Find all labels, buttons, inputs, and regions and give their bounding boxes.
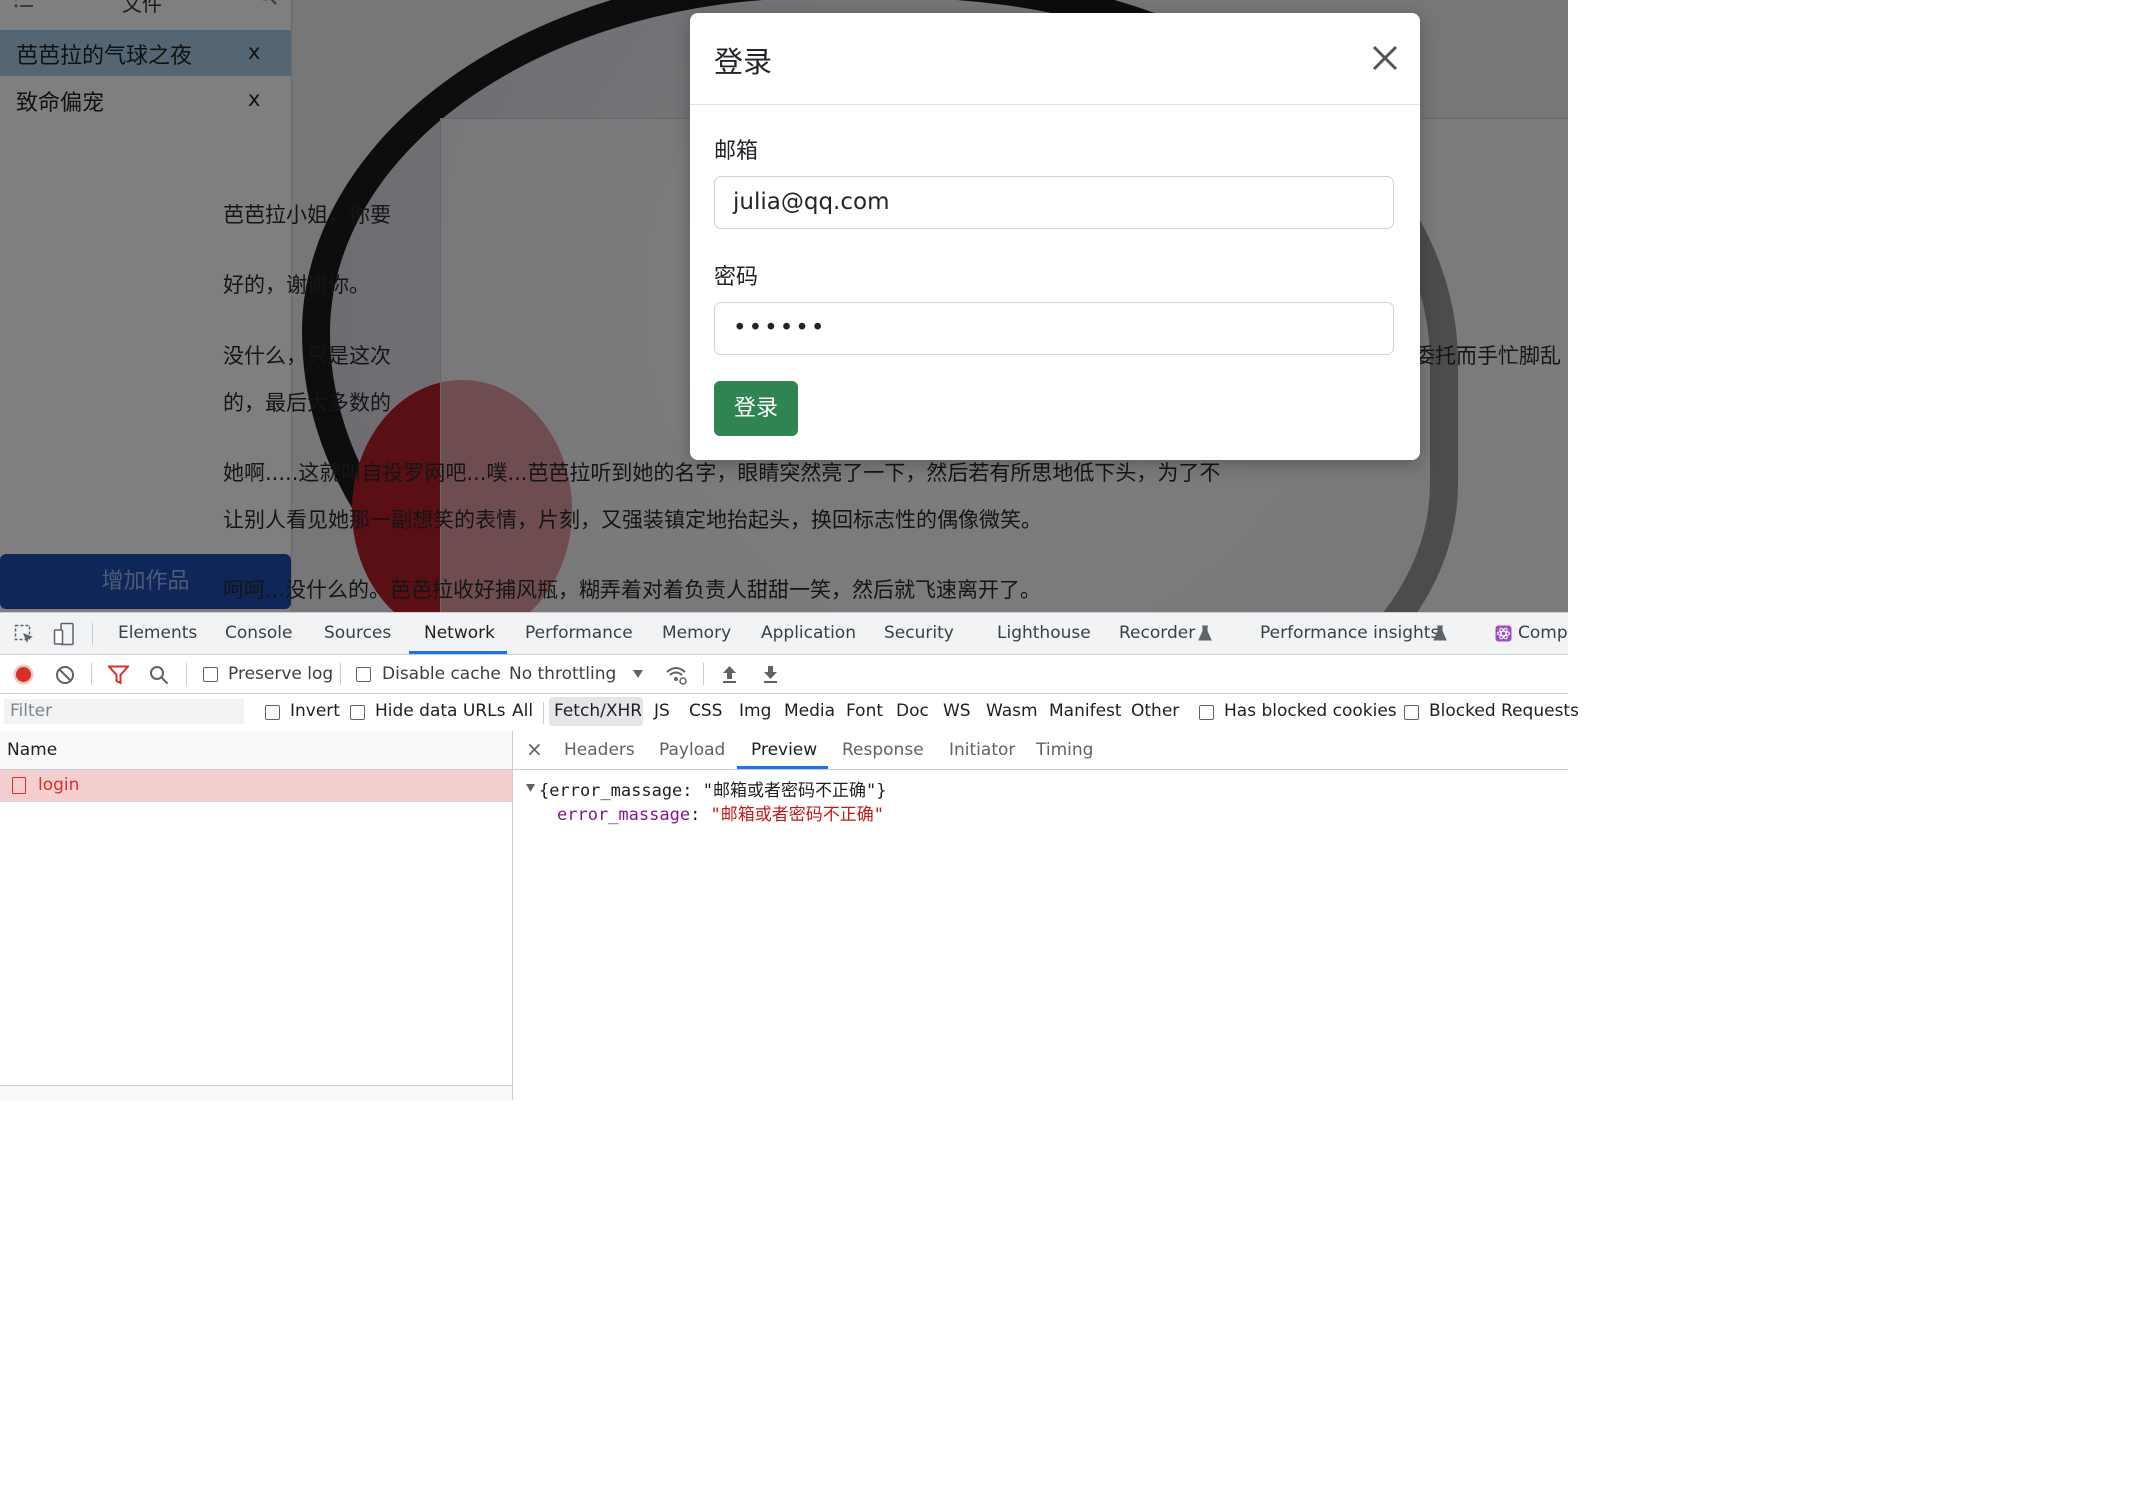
login-submit-button[interactable]: 登录 [714,381,798,436]
tab-components[interactable]: Comp [1518,623,1568,643]
hide-data-urls-label: Hide data URLs [375,701,506,721]
filter-type-manifest[interactable]: Manifest [1049,701,1122,721]
close-detail-button[interactable]: × [526,737,543,761]
divider [186,663,187,685]
tab-performance[interactable]: Performance [525,623,633,643]
tab-headers[interactable]: Headers [564,740,635,760]
request-name: login [38,775,80,795]
divider [91,663,92,685]
filter-type-wasm[interactable]: Wasm [986,701,1038,721]
invert-label: Invert [290,701,340,721]
request-list: Name login [0,731,513,1101]
app-area: 文件 芭芭拉的气球之夜 x 致命偏宠 x 增加作品 芭芭拉小姐，你要 好的，谢谢… [0,0,1568,612]
tab-network[interactable]: Network [424,623,495,643]
tab-elements[interactable]: Elements [118,623,197,643]
devtools-panel: Elements Console Sources Network Perform… [0,612,1579,1101]
invert-checkbox[interactable] [265,705,280,720]
divider [340,663,341,685]
divider [92,623,93,645]
divider [703,663,704,685]
network-conditions-icon[interactable] [665,664,689,686]
clear-icon[interactable] [55,665,75,685]
tab-console[interactable]: Console [225,623,293,643]
export-har-icon[interactable] [762,664,779,684]
experiment-flask-icon [1198,625,1212,641]
devtools-tab-bar: Elements Console Sources Network Perform… [0,613,1568,655]
document-icon [12,777,26,794]
detail-tab-bar: × Headers Payload Preview Response Initi… [513,731,1568,770]
filter-type-fetch-xhr[interactable]: Fetch/XHR [554,701,642,721]
filter-type-all[interactable]: All [512,701,533,721]
name-column-header[interactable]: Name [7,740,57,760]
tab-initiator[interactable]: Initiator [949,740,1015,760]
tab-performance-insights[interactable]: Performance insights [1260,623,1439,643]
disable-cache-checkbox[interactable] [356,667,371,682]
json-property: error_massage: "邮箱或者密码不正确" [557,805,885,825]
experiment-flask-icon [1433,625,1447,641]
filter-type-font[interactable]: Font [846,701,883,721]
preserve-log-label: Preserve log [228,664,334,684]
filter-type-ws[interactable]: WS [943,701,971,721]
network-toolbar: Preserve log Disable cache No throttling [0,655,1568,694]
filter-input[interactable]: Filter [4,699,244,724]
request-list-footer [0,1085,512,1101]
search-icon[interactable] [149,665,169,685]
filter-type-media[interactable]: Media [784,701,835,721]
email-label: 邮箱 [714,139,759,164]
table-row[interactable]: login [0,770,512,802]
filter-type-other[interactable]: Other [1131,701,1179,721]
hide-data-urls-checkbox[interactable] [350,705,365,720]
tab-lighthouse[interactable]: Lighthouse [997,623,1091,643]
chevron-down-icon[interactable] [632,669,644,679]
request-detail-pane: × Headers Payload Preview Response Initi… [513,731,1568,1100]
tab-application[interactable]: Application [761,623,856,643]
filter-type-doc[interactable]: Doc [896,701,929,721]
login-modal: 登录 邮箱 julia@qq.com 密码 •••••• 登录 [690,13,1420,460]
divider [543,702,544,724]
filter-type-css[interactable]: CSS [689,701,722,721]
json-object-summary[interactable]: {error_massage: "邮箱或者密码不正确"} [539,776,886,801]
tab-memory[interactable]: Memory [662,623,731,643]
filter-type-js[interactable]: JS [654,701,670,721]
device-toolbar-icon[interactable] [53,622,75,646]
import-har-icon[interactable] [721,664,738,684]
throttling-select[interactable]: No throttling [509,664,616,684]
active-tab-indicator [737,766,828,769]
has-blocked-cookies-label: Has blocked cookies [1224,701,1397,721]
react-components-icon [1495,625,1512,642]
inspect-element-icon[interactable] [14,624,35,645]
tab-preview[interactable]: Preview [751,740,817,760]
tab-response[interactable]: Response [842,740,924,760]
tab-sources[interactable]: Sources [324,623,391,643]
blocked-requests-label: Blocked Requests [1429,701,1579,721]
modal-header: 登录 [690,13,1420,105]
json-string-value: "邮箱或者密码不正确" [710,805,885,825]
tab-payload[interactable]: Payload [659,740,725,760]
request-list-header: Name [0,731,512,770]
modal-title: 登录 [714,45,773,79]
expand-triangle-icon[interactable] [525,783,536,793]
has-blocked-cookies-checkbox[interactable] [1199,705,1214,720]
record-icon[interactable] [13,664,34,685]
tab-recorder[interactable]: Recorder [1119,623,1195,643]
password-field[interactable]: •••••• [714,302,1394,355]
close-icon[interactable] [1370,43,1400,73]
filter-type-img[interactable]: Img [739,701,771,721]
tab-security[interactable]: Security [884,623,954,643]
active-tab-indicator [409,651,507,654]
json-key: error_massage [557,805,691,825]
preserve-log-checkbox[interactable] [203,667,218,682]
blocked-requests-checkbox[interactable] [1404,705,1419,720]
tab-timing[interactable]: Timing [1036,740,1093,760]
disable-cache-label: Disable cache [382,664,501,684]
network-filter-bar: Filter Invert Hide data URLs All Fetch/X… [0,694,1579,732]
filter-icon[interactable] [108,665,129,685]
email-field[interactable]: julia@qq.com [714,176,1394,229]
password-label: 密码 [714,265,759,290]
